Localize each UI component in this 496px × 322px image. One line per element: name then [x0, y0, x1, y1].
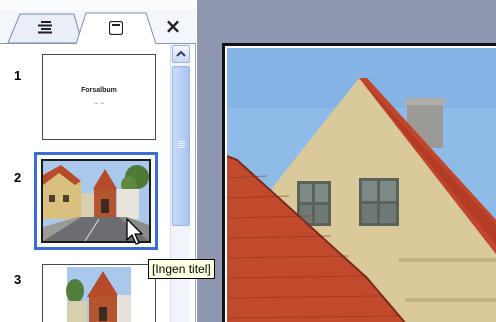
slide-thumbnail-1[interactable]: Forsalbum →→ [42, 54, 156, 140]
close-pane-button[interactable]: × [160, 12, 186, 40]
slide-canvas[interactable] [222, 43, 496, 322]
slide-1-title: Forsalbum [81, 87, 117, 94]
slide-number: 1 [14, 68, 22, 83]
tab-strip-top [0, 0, 196, 10]
slide-thumbnail-3[interactable] [42, 264, 156, 322]
slide-list-scrollbar[interactable] [170, 44, 190, 322]
scroll-up-button[interactable] [172, 45, 190, 63]
tab-slides[interactable] [76, 12, 158, 45]
slide-1-subtitle: →→ [93, 100, 105, 106]
house-roof-photo [227, 48, 496, 322]
mouse-pointer-icon [126, 218, 143, 245]
chevron-up-icon [176, 50, 186, 57]
tab-outline[interactable] [6, 12, 84, 44]
tower-photo-thumbnail [66, 267, 131, 322]
scroll-thumb[interactable] [172, 66, 190, 226]
slide-number: 2 [14, 170, 22, 185]
slide-thumbnail-list: 1 Forsalbum →→ 2 3 [0, 44, 170, 322]
grip-icon [178, 141, 185, 148]
slide-number: 3 [14, 272, 22, 287]
pane-tab-strip: × [0, 0, 196, 45]
slide-title-tooltip: [Ingen titel] [148, 259, 215, 279]
slide-editing-area [197, 0, 496, 322]
editor-top-bar [197, 0, 496, 14]
